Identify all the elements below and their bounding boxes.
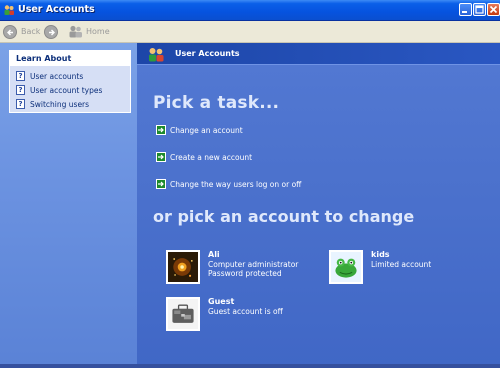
close-button[interactable] xyxy=(487,3,500,16)
account-status: Guest account is off xyxy=(208,307,283,316)
content-header: User Accounts xyxy=(137,43,500,65)
title-bar: User Accounts xyxy=(0,0,500,21)
learn-item-user-accounts[interactable]: ? User accounts xyxy=(16,70,83,82)
task-change-logon[interactable]: Change the way users log on or off xyxy=(156,178,301,190)
pick-account-heading: or pick an account to change xyxy=(153,207,415,226)
home-users-icon xyxy=(69,25,82,38)
ali-avatar-image xyxy=(166,250,200,284)
kids-frog-avatar-image xyxy=(329,250,363,284)
learn-item-switching-users[interactable]: ? Switching users xyxy=(16,98,89,110)
learn-about-box: Learn About ? User accounts ? User accou… xyxy=(9,50,131,113)
account-tile-kids[interactable]: kids Limited account xyxy=(329,250,469,286)
guest-briefcase-avatar-image xyxy=(166,297,200,331)
help-topic-icon: ? xyxy=(16,71,25,81)
pick-task-heading: Pick a task... xyxy=(153,93,280,113)
task-create-account[interactable]: Create a new account xyxy=(156,151,252,163)
help-topic-icon: ? xyxy=(16,85,25,95)
window-title: User Accounts xyxy=(18,4,95,15)
window-bottom-edge xyxy=(0,364,500,368)
back-label: Back xyxy=(21,27,41,36)
content-header-title: User Accounts xyxy=(175,49,240,58)
maximize-icon xyxy=(475,5,484,14)
home-label: Home xyxy=(86,27,110,36)
user-accounts-icon xyxy=(4,5,14,15)
green-arrow-icon xyxy=(156,152,166,162)
close-icon xyxy=(489,5,498,14)
green-arrow-icon xyxy=(156,179,166,189)
user-accounts-header-icon xyxy=(149,48,164,62)
learn-about-title: Learn About xyxy=(10,51,130,66)
task-pane: Learn About ? User accounts ? User accou… xyxy=(0,43,137,368)
account-type: Computer administrator xyxy=(208,260,299,269)
minimize-button[interactable] xyxy=(459,3,472,16)
maximize-button[interactable] xyxy=(473,3,486,16)
account-type: Limited account xyxy=(371,260,432,269)
account-status: Password protected xyxy=(208,269,282,278)
green-arrow-icon xyxy=(156,125,166,135)
account-tile-ali[interactable]: Ali Computer administrator Password prot… xyxy=(166,250,316,286)
account-name: kids xyxy=(371,250,390,259)
task-change-account[interactable]: Change an account xyxy=(156,124,243,136)
help-topic-icon: ? xyxy=(16,99,25,109)
forward-button[interactable] xyxy=(44,23,58,40)
account-name: Ali xyxy=(208,250,220,259)
home-button[interactable]: Home xyxy=(68,23,110,40)
toolbar: Back Home xyxy=(0,21,500,43)
back-arrow-icon xyxy=(3,24,17,39)
forward-arrow-icon xyxy=(44,24,58,39)
account-tile-guest[interactable]: Guest Guest account is off xyxy=(166,297,316,333)
account-name: Guest xyxy=(208,297,235,306)
learn-item-user-account-types[interactable]: ? User account types xyxy=(16,84,102,96)
back-button[interactable]: Back xyxy=(3,23,40,40)
minimize-icon xyxy=(462,11,467,13)
